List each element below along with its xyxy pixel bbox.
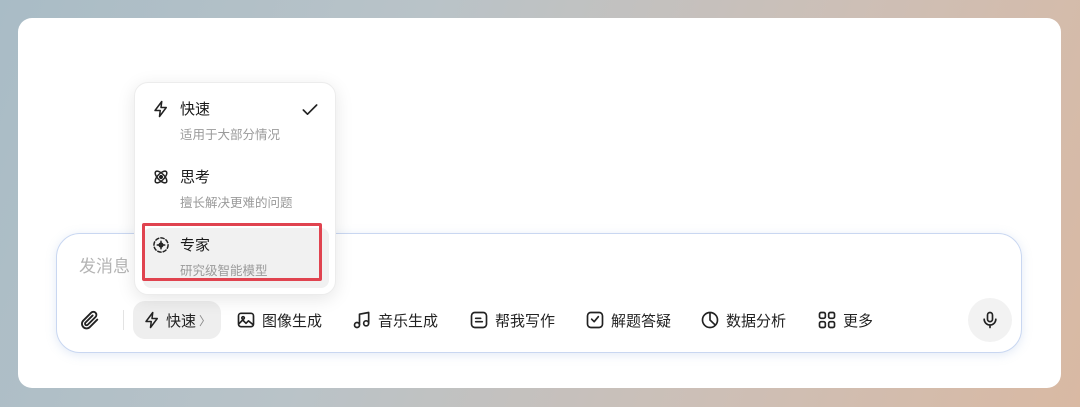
chevron-right-icon: 〉 [199,313,212,328]
image-icon [236,310,256,330]
grid-icon [817,310,837,330]
tool-label: 图像生成 [262,311,323,330]
tool-label: 数据分析 [726,311,787,330]
mode-option-title: 思考 [180,168,211,186]
check-square-icon [585,310,605,330]
mode-option-fast[interactable]: 快速 适用于大部分情况 [135,83,335,143]
message-input-placeholder[interactable]: 发消息 [79,256,130,278]
tool-data-analysis-button[interactable]: 数据分析 [700,308,786,332]
tool-label: 音乐生成 [378,311,439,330]
tool-writing-button[interactable]: 帮我写作 [469,308,555,332]
tool-label: 更多 [843,311,874,330]
atom-icon [151,167,171,187]
mode-option-description: 擅长解决更难的问题 [180,195,293,210]
highlight-annotation-box [142,223,322,281]
lightning-icon [143,311,161,329]
mode-option-title: 快速 [180,100,211,118]
mode-option-description: 适用于大部分情况 [180,127,281,142]
tool-label: 帮我写作 [495,311,556,330]
tool-image-generation-button[interactable]: 图像生成 [236,308,322,332]
mode-selector-button[interactable]: 快速 〉 [133,301,221,339]
mode-selector-label: 快速 [166,311,197,330]
pie-chart-icon [700,310,720,330]
writing-icon [469,310,489,330]
mode-option-thinking[interactable]: 思考 擅长解决更难的问题 [135,151,335,211]
checkmark-icon [300,101,320,119]
toolbar-divider [123,310,124,330]
tool-more-button[interactable]: 更多 [817,308,873,332]
microphone-icon [980,310,1000,330]
paperclip-icon[interactable] [78,308,102,332]
tool-music-generation-button[interactable]: 音乐生成 [352,308,438,332]
lightning-icon [151,99,171,119]
tool-label: 解题答疑 [611,311,672,330]
tool-problem-solving-button[interactable]: 解题答疑 [585,308,671,332]
microphone-button[interactable] [968,298,1012,342]
music-note-icon [352,310,372,330]
